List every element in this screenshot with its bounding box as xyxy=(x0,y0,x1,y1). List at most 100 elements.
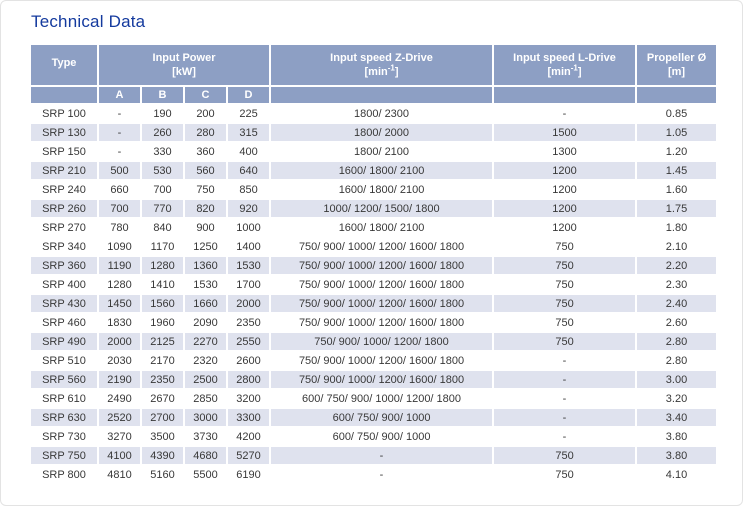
cell-type: SRP 100 xyxy=(31,105,97,122)
cell-l: - xyxy=(494,371,635,388)
cell-d: 850 xyxy=(228,181,269,198)
cell-l: 750 xyxy=(494,257,635,274)
cell-l: - xyxy=(494,428,635,445)
cell-type: SRP 340 xyxy=(31,238,97,255)
cell-c: 3000 xyxy=(185,409,226,426)
cell-z: 750/ 900/ 1000/ 1200/ 1600/ 1800 xyxy=(271,314,492,331)
cell-type: SRP 630 xyxy=(31,409,97,426)
table-row: SRP 6102490267028503200600/ 750/ 900/ 10… xyxy=(31,390,716,407)
cell-type: SRP 460 xyxy=(31,314,97,331)
cell-type: SRP 260 xyxy=(31,200,97,217)
cell-prop: 3.20 xyxy=(637,390,716,407)
cell-prop: 4.10 xyxy=(637,466,716,483)
cell-z: - xyxy=(271,466,492,483)
cell-a: 1280 xyxy=(99,276,140,293)
cell-z: 750/ 900/ 1000/ 1200/ 1800 xyxy=(271,333,492,350)
cell-l: - xyxy=(494,390,635,407)
cell-prop: 1.45 xyxy=(637,162,716,179)
cell-b: 2125 xyxy=(142,333,183,350)
cell-b: 1280 xyxy=(142,257,183,274)
cell-b: 190 xyxy=(142,105,183,122)
cell-c: 1530 xyxy=(185,276,226,293)
cell-z: 750/ 900/ 1000/ 1200/ 1600/ 1800 xyxy=(271,238,492,255)
cell-prop: 2.80 xyxy=(637,352,716,369)
cell-prop: 2.10 xyxy=(637,238,716,255)
cell-b: 1960 xyxy=(142,314,183,331)
cell-d: 6190 xyxy=(228,466,269,483)
header-z-drive: Input speed Z-Drive [min-1] xyxy=(271,45,492,85)
table-row: SRP 4601830196020902350750/ 900/ 1000/ 1… xyxy=(31,314,716,331)
cell-z: 750/ 900/ 1000/ 1200/ 1600/ 1800 xyxy=(271,295,492,312)
cell-b: 5160 xyxy=(142,466,183,483)
cell-prop: 2.40 xyxy=(637,295,716,312)
cell-b: 530 xyxy=(142,162,183,179)
cell-c: 200 xyxy=(185,105,226,122)
cell-a: 660 xyxy=(99,181,140,198)
cell-a: 4810 xyxy=(99,466,140,483)
cell-a: - xyxy=(99,124,140,141)
cell-type: SRP 130 xyxy=(31,124,97,141)
cell-z: 1800/ 2000 xyxy=(271,124,492,141)
cell-prop: 3.40 xyxy=(637,409,716,426)
cell-d: 640 xyxy=(228,162,269,179)
header-row-sub: A B C D xyxy=(31,87,716,103)
cell-type: SRP 430 xyxy=(31,295,97,312)
page-title: Technical Data xyxy=(31,12,145,32)
cell-l: 1300 xyxy=(494,143,635,160)
header-z-drive-title: Input speed Z-Drive xyxy=(271,51,492,65)
cell-type: SRP 490 xyxy=(31,333,97,350)
cell-d: 2350 xyxy=(228,314,269,331)
cell-a: 1450 xyxy=(99,295,140,312)
cell-a: 2520 xyxy=(99,409,140,426)
cell-b: 1170 xyxy=(142,238,183,255)
cell-l: 1200 xyxy=(494,200,635,217)
cell-prop: 1.80 xyxy=(637,219,716,236)
page: Technical Data Type Input Power [kW] Inp… xyxy=(0,0,743,506)
cell-l: 750 xyxy=(494,466,635,483)
cell-l: 1500 xyxy=(494,124,635,141)
header-sub-empty-type xyxy=(31,87,97,103)
cell-b: 1410 xyxy=(142,276,183,293)
cell-l: 750 xyxy=(494,238,635,255)
cell-c: 3730 xyxy=(185,428,226,445)
header-sub-empty-prop xyxy=(637,87,716,103)
cell-type: SRP 730 xyxy=(31,428,97,445)
cell-d: 2550 xyxy=(228,333,269,350)
cell-c: 750 xyxy=(185,181,226,198)
cell-z: 750/ 900/ 1000/ 1200/ 1600/ 1800 xyxy=(271,371,492,388)
cell-c: 5500 xyxy=(185,466,226,483)
table-row: SRP 7303270350037304200600/ 750/ 900/ 10… xyxy=(31,428,716,445)
table-body: SRP 100-1902002251800/ 2300-0.85SRP 130-… xyxy=(31,105,716,483)
cell-z: 600/ 750/ 900/ 1000 xyxy=(271,428,492,445)
cell-a: 2030 xyxy=(99,352,140,369)
cell-c: 2850 xyxy=(185,390,226,407)
cell-c: 1660 xyxy=(185,295,226,312)
header-propeller-title: Propeller Ø xyxy=(637,51,716,65)
cell-d: 4200 xyxy=(228,428,269,445)
cell-z: 1600/ 1800/ 2100 xyxy=(271,219,492,236)
cell-type: SRP 150 xyxy=(31,143,97,160)
cell-d: 1400 xyxy=(228,238,269,255)
table-row: SRP 2105005305606401600/ 1800/ 210012001… xyxy=(31,162,716,179)
header-z-drive-unit: [min-1] xyxy=(271,65,492,79)
cell-d: 2600 xyxy=(228,352,269,369)
cell-d: 315 xyxy=(228,124,269,141)
header-input-power: Input Power [kW] xyxy=(99,45,269,85)
cell-d: 2000 xyxy=(228,295,269,312)
header-l-drive-title: Input speed L-Drive xyxy=(494,51,635,65)
cell-z: 750/ 900/ 1000/ 1200/ 1600/ 1800 xyxy=(271,276,492,293)
cell-prop: 3.80 xyxy=(637,428,716,445)
header-sub-d: D xyxy=(228,87,269,103)
cell-c: 2500 xyxy=(185,371,226,388)
table-row: SRP 5602190235025002800750/ 900/ 1000/ 1… xyxy=(31,371,716,388)
table-row: SRP 27078084090010001600/ 1800/ 21001200… xyxy=(31,219,716,236)
header-row-main: Type Input Power [kW] Input speed Z-Driv… xyxy=(31,45,716,85)
table-row: SRP 130-2602803151800/ 200015001.05 xyxy=(31,124,716,141)
cell-c: 560 xyxy=(185,162,226,179)
cell-z: 600/ 750/ 900/ 1000/ 1200/ 1800 xyxy=(271,390,492,407)
cell-prop: 2.80 xyxy=(637,333,716,350)
table-row: SRP 7504100439046805270-7503.80 xyxy=(31,447,716,464)
cell-d: 400 xyxy=(228,143,269,160)
cell-prop: 2.20 xyxy=(637,257,716,274)
cell-a: 1090 xyxy=(99,238,140,255)
